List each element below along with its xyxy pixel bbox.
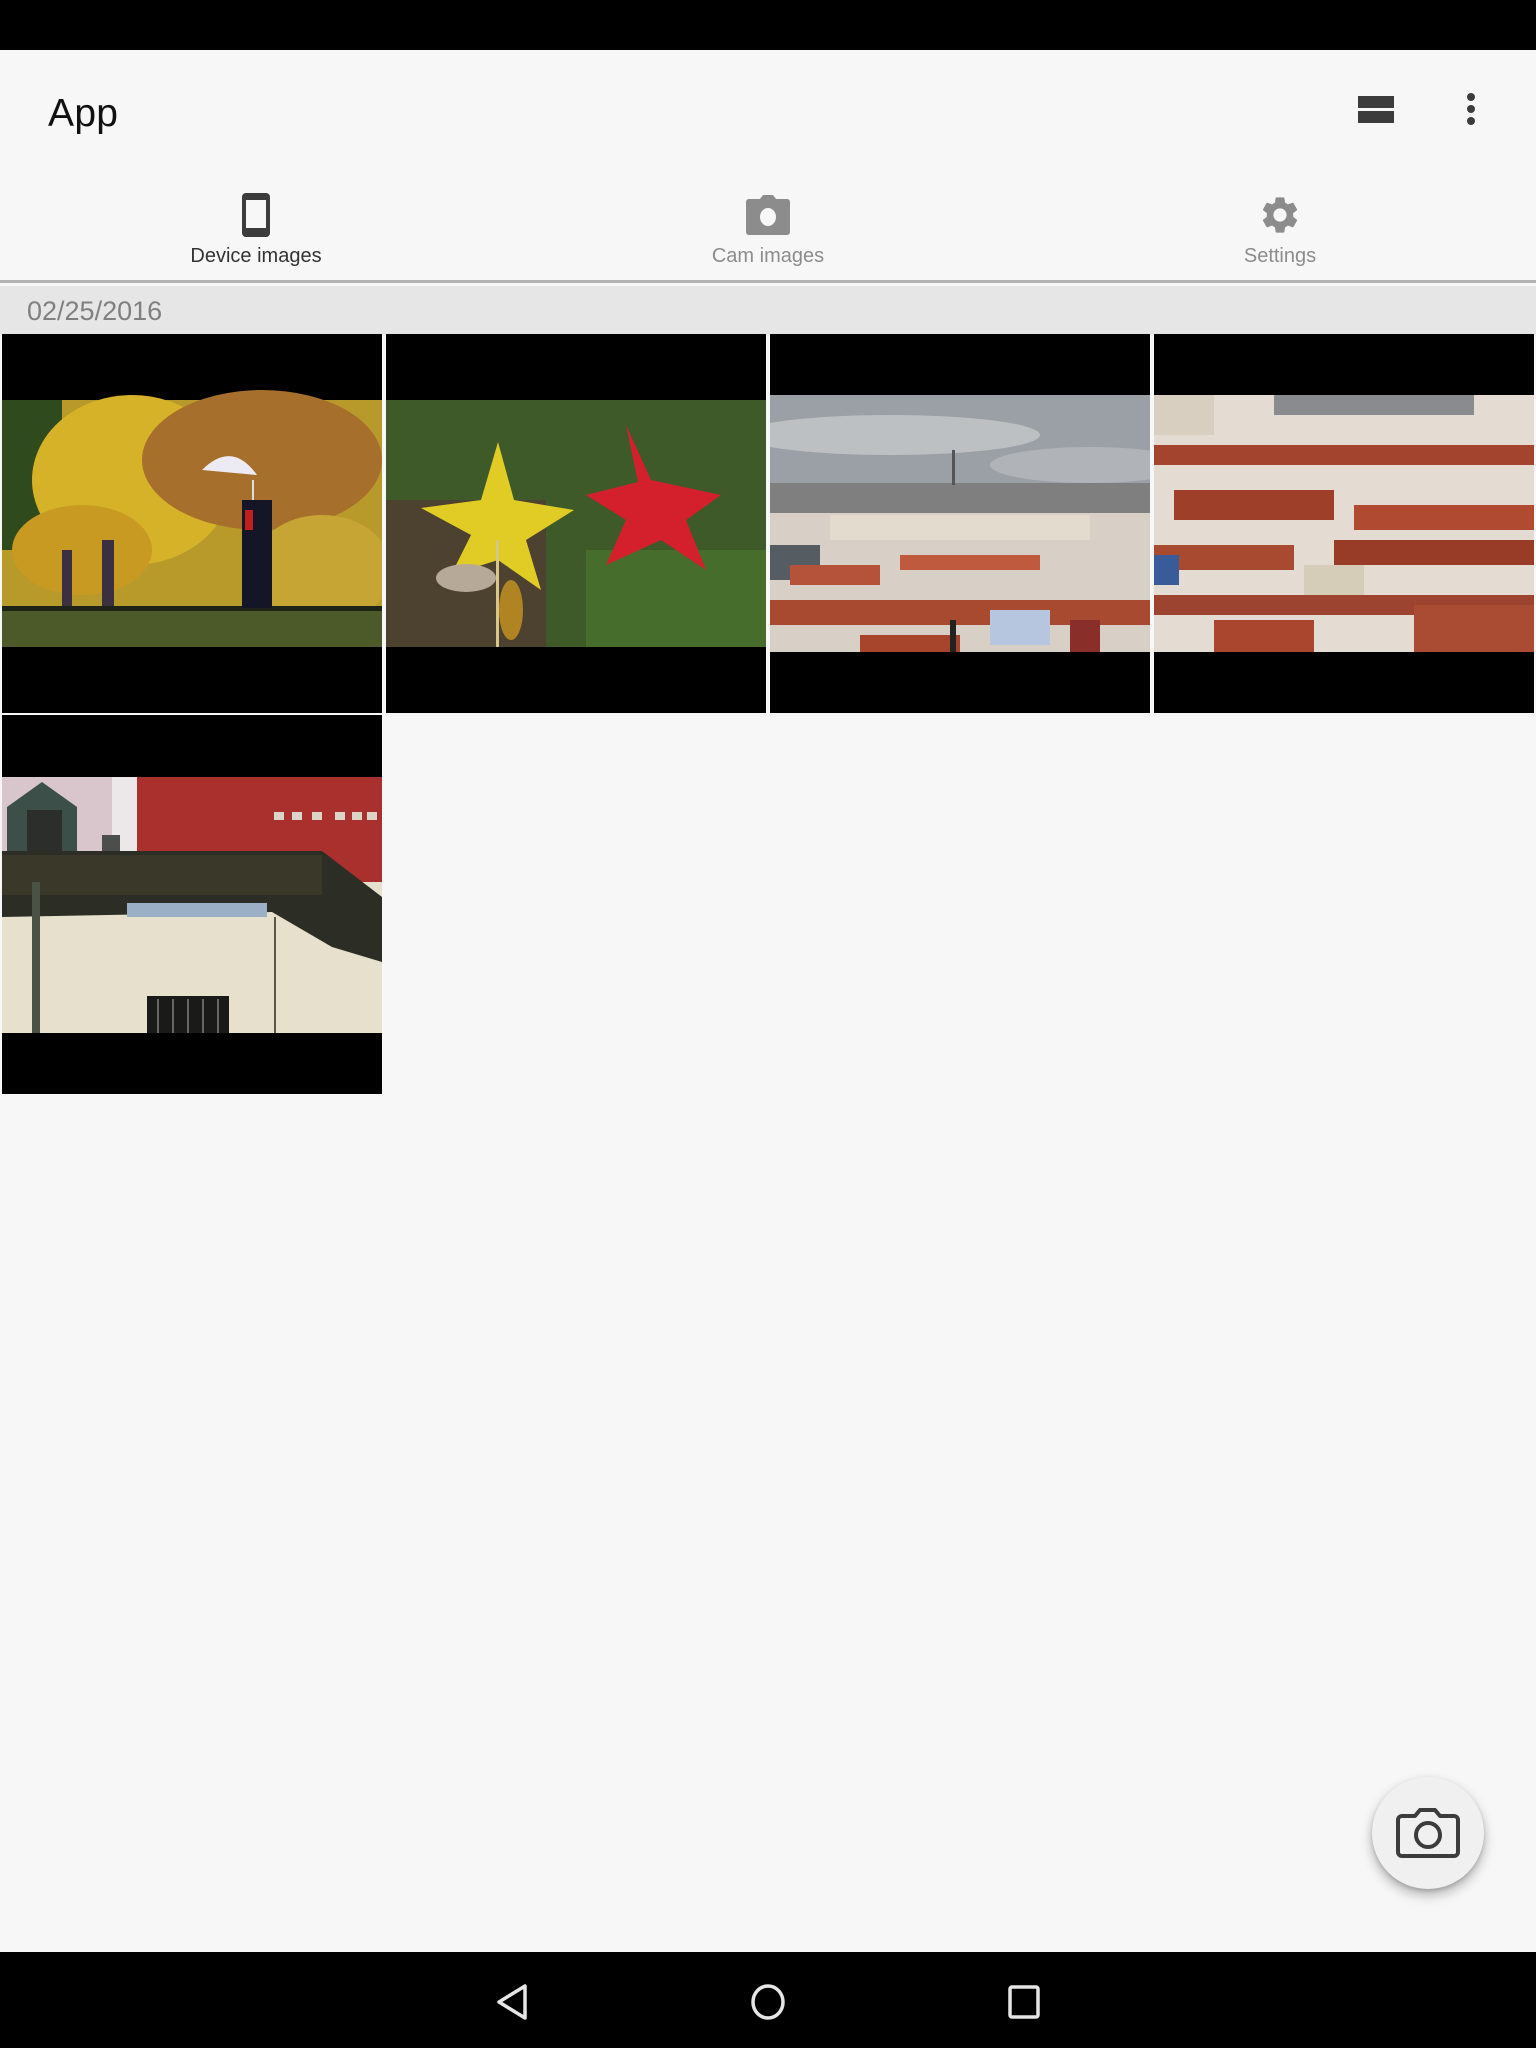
date-section-header: 02/25/2016 — [0, 286, 1536, 334]
gear-icon — [1256, 191, 1304, 239]
image-thumbnail[interactable] — [1154, 334, 1534, 713]
app-title: App — [48, 92, 119, 135]
back-icon — [497, 1984, 527, 2020]
tab-bar: Device images Cam images Settings — [0, 170, 1536, 283]
more-vert-icon — [1467, 93, 1475, 125]
view-agenda-icon — [1358, 96, 1394, 123]
status-bar — [0, 0, 1536, 50]
image-thumbnail[interactable] — [2, 715, 382, 1094]
take-photo-fab[interactable] — [1372, 1777, 1484, 1889]
recents-icon — [1008, 1985, 1040, 2019]
image-thumbnail[interactable] — [2, 334, 382, 713]
image-thumbnail[interactable] — [386, 334, 766, 713]
home-icon — [751, 1984, 785, 2020]
camera-outline-icon — [1396, 1808, 1460, 1858]
tab-device-images[interactable]: Device images — [0, 170, 512, 280]
system-navigation-bar — [0, 1952, 1536, 2048]
back-button[interactable] — [480, 1970, 544, 2034]
smartphone-icon — [232, 191, 280, 239]
camera-icon — [744, 191, 792, 239]
tab-settings[interactable]: Settings — [1024, 170, 1536, 280]
image-thumbnail[interactable] — [770, 334, 1150, 713]
app-bar: App — [0, 50, 1536, 170]
tab-label: Settings — [1243, 245, 1317, 267]
date-label: 02/25/2016 — [27, 296, 163, 326]
tab-label: Device images — [190, 245, 322, 267]
tab-label: Cam images — [711, 245, 825, 267]
tab-cam-images[interactable]: Cam images — [512, 170, 1024, 280]
view-toggle-button[interactable] — [1344, 78, 1408, 142]
home-button[interactable] — [736, 1970, 800, 2034]
more-options-button[interactable] — [1439, 78, 1503, 142]
recents-button[interactable] — [992, 1970, 1056, 2034]
